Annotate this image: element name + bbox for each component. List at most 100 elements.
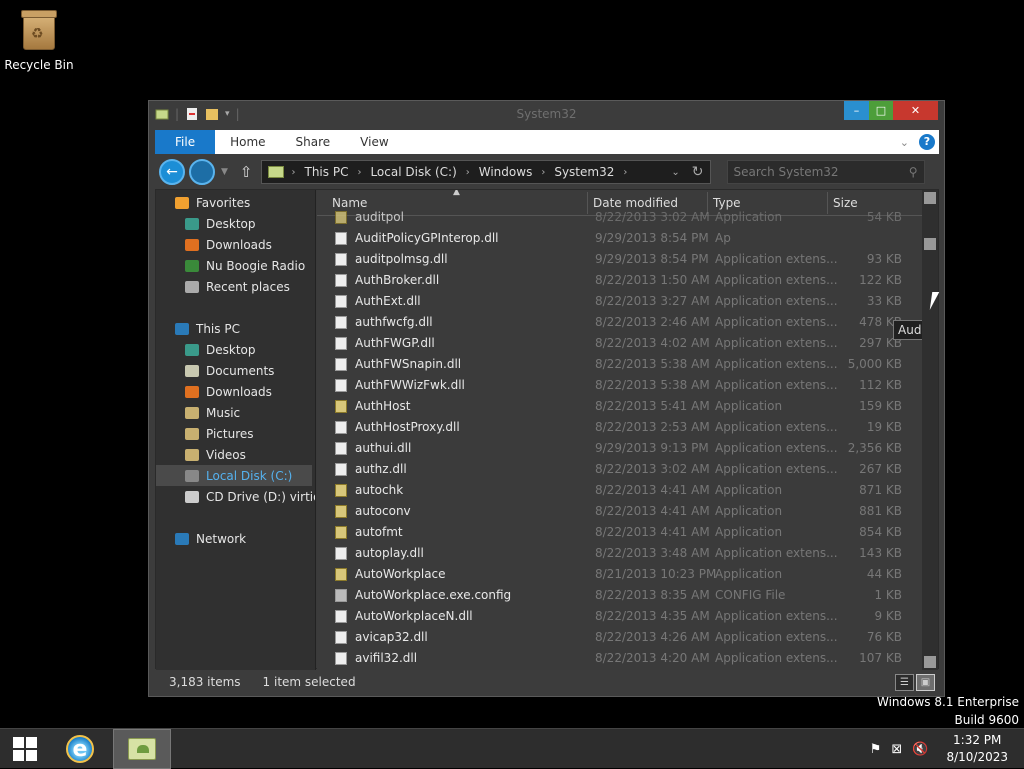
- nav-item-recent-places[interactable]: Recent places: [156, 276, 290, 297]
- nav-item-label: Music: [206, 405, 241, 420]
- file-row[interactable]: AuthBroker.dll 8/22/2013 1:50 AM Applicati…: [317, 270, 924, 291]
- system-tray: ⚑ ⊠ 🔇 1:32 PM 8/10/2023: [870, 729, 1024, 769]
- tab-home[interactable]: Home: [215, 130, 280, 154]
- details-view-icon[interactable]: ☰: [895, 673, 914, 691]
- file-name: AuthHostProxy.dll: [355, 420, 460, 434]
- nav-item-desktop[interactable]: Desktop: [156, 339, 256, 360]
- file-row[interactable]: autoconv 8/22/2013 4:41 AM Application 881 …: [317, 501, 924, 522]
- volume-muted-icon[interactable]: 🔇: [912, 742, 928, 757]
- recent-locations-icon[interactable]: ▼: [221, 167, 228, 177]
- file-size: 33 KB: [866, 294, 902, 308]
- file-name: AutoWorkplace.exe.config: [355, 588, 512, 602]
- file-row[interactable]: avifil32.dll 8/22/2013 4:20 AM Application…: [317, 648, 924, 669]
- nav-item-network[interactable]: Network: [156, 528, 246, 549]
- file-size: 122 KB: [859, 273, 902, 287]
- breadcrumb-system32[interactable]: System32: [554, 165, 614, 179]
- search-icon[interactable]: ⚲: [909, 165, 918, 179]
- computer-icon: [175, 322, 189, 335]
- file-row[interactable]: AuthFWGP.dll 8/22/2013 4:02 AM Application…: [317, 333, 924, 354]
- network-status-icon[interactable]: ⊠: [891, 742, 902, 757]
- file-row[interactable]: auditpol 8/22/2013 3:02 AM Application 54 K…: [317, 207, 924, 228]
- address-bar[interactable]: › This PC › Local Disk (C:) › Windows › …: [260, 160, 711, 184]
- clock[interactable]: 1:32 PM 8/10/2023: [946, 732, 1008, 766]
- back-button[interactable]: ←: [159, 159, 185, 185]
- minimize-button[interactable]: –: [844, 101, 869, 120]
- dll-file-icon: [335, 232, 347, 245]
- scroll-down-button[interactable]: [924, 656, 936, 668]
- nav-item-label: Downloads: [206, 237, 272, 252]
- file-row[interactable]: authfwcfg.dll 8/22/2013 2:46 AM Applicatio…: [317, 312, 924, 333]
- recycle-bin-shortcut[interactable]: ♻ Recycle Bin: [4, 8, 74, 72]
- expand-ribbon-icon[interactable]: ⌄: [900, 136, 909, 149]
- breadcrumb-this-pc[interactable]: This PC: [305, 165, 349, 179]
- nav-item-desktop[interactable]: Desktop: [156, 213, 256, 234]
- breadcrumb-windows[interactable]: Windows: [479, 165, 533, 179]
- file-type: Application extens...: [715, 546, 838, 560]
- file-date-modified: 8/22/2013 4:02 AM: [595, 336, 710, 350]
- file-row[interactable]: AuthHost 8/22/2013 5:41 AM Application 159 …: [317, 396, 924, 417]
- nav-item-documents[interactable]: Documents: [156, 360, 274, 381]
- file-explorer-icon: [128, 738, 156, 760]
- up-arrow-icon[interactable]: ⇧: [240, 163, 253, 181]
- file-row[interactable]: AuthHostProxy.dll 8/22/2013 2:53 AM Applic…: [317, 417, 924, 438]
- file-row[interactable]: authui.dll 9/29/2013 9:13 PM Application e…: [317, 438, 924, 459]
- forward-button[interactable]: [189, 159, 215, 185]
- nav-item-label: Documents: [206, 363, 275, 378]
- file-date-modified: 8/22/2013 1:50 AM: [595, 273, 710, 287]
- scroll-up-button[interactable]: [924, 192, 936, 204]
- file-type: Application extens...: [715, 357, 838, 371]
- nav-item-downloads[interactable]: Downloads: [156, 234, 272, 255]
- file-row[interactable]: AuthExt.dll 8/22/2013 3:27 AM Application …: [317, 291, 924, 312]
- file-row[interactable]: AutoWorkplace 8/21/2013 10:23 PM Applicati…: [317, 564, 924, 585]
- file-row[interactable]: avicap32.dll 8/22/2013 4:26 AM Application…: [317, 627, 924, 648]
- nav-item-downloads[interactable]: Downloads: [156, 381, 272, 402]
- file-row[interactable]: AuditPolicyGPInterop.dll 9/29/2013 8:54 P…: [317, 228, 924, 249]
- file-row[interactable]: authz.dll 8/22/2013 3:02 AM Application ex…: [317, 459, 924, 480]
- windows-logo-icon: [13, 737, 37, 761]
- dll-file-icon: [335, 652, 347, 665]
- file-name: authfwcfg.dll: [355, 315, 433, 329]
- breadcrumb-local-disk[interactable]: Local Disk (C:): [370, 165, 456, 179]
- flag-icon[interactable]: ⚑: [870, 742, 882, 757]
- file-date-modified: 8/22/2013 4:41 AM: [595, 483, 710, 497]
- file-row[interactable]: auditpolmsg.dll 9/29/2013 8:54 PM Applicat…: [317, 249, 924, 270]
- file-row[interactable]: AuthFWSnapin.dll 8/22/2013 5:38 AM Applica…: [317, 354, 924, 375]
- file-row[interactable]: autofmt 8/22/2013 4:41 AM Application 854 K…: [317, 522, 924, 543]
- start-button[interactable]: [0, 729, 50, 769]
- nav-item-this-pc[interactable]: This PC: [156, 318, 240, 339]
- taskbar-internet-explorer[interactable]: e: [51, 729, 109, 769]
- help-icon[interactable]: ?: [919, 134, 935, 150]
- address-dropdown-icon[interactable]: ⌄: [665, 167, 685, 178]
- file-row[interactable]: AuthFWWizFwk.dll 8/22/2013 5:38 AM Applica…: [317, 375, 924, 396]
- file-type: Application extens...: [715, 294, 838, 308]
- nav-item-cd-drive-d-virtio-w[interactable]: CD Drive (D:) virtio-w: [156, 486, 315, 507]
- large-icons-view-icon[interactable]: ▣: [916, 673, 935, 691]
- maximize-button[interactable]: □: [869, 101, 893, 120]
- file-date-modified: 8/22/2013 4:35 AM: [595, 609, 710, 623]
- nav-item-nu-boogie-radio[interactable]: Nu Boogie Radio: [156, 255, 305, 276]
- nav-item-pictures[interactable]: Pictures: [156, 423, 254, 444]
- nav-item-music[interactable]: Music: [156, 402, 240, 423]
- nav-item-videos[interactable]: Videos: [156, 444, 246, 465]
- nav-item-favorites[interactable]: Favorites: [156, 192, 250, 213]
- file-row[interactable]: AutoWorkplace.exe.config 8/22/2013 8:35 A…: [317, 585, 924, 606]
- dll-file-icon: [335, 379, 347, 392]
- close-button[interactable]: ✕: [893, 101, 938, 120]
- file-type: Application extens...: [715, 378, 838, 392]
- vertical-scrollbar[interactable]: [922, 190, 938, 670]
- nav-item-local-disk-c[interactable]: Local Disk (C:): [156, 465, 312, 486]
- application-file-icon: [335, 484, 347, 497]
- tab-share[interactable]: Share: [281, 130, 346, 154]
- scroll-thumb[interactable]: [924, 238, 936, 250]
- taskbar-file-explorer[interactable]: [113, 729, 171, 769]
- tab-view[interactable]: View: [345, 130, 403, 154]
- search-input[interactable]: Search System32 ⚲: [726, 160, 925, 184]
- file-name: avifil32.dll: [355, 651, 418, 665]
- tab-file[interactable]: File: [155, 130, 216, 154]
- title-bar[interactable]: | ▾ | System32 – □ ✕: [149, 101, 944, 129]
- file-row[interactable]: AutoWorkplaceN.dll 8/22/2013 4:35 AM Appli…: [317, 606, 924, 627]
- refresh-icon[interactable]: ↻: [686, 164, 710, 180]
- file-row[interactable]: autochk 8/22/2013 4:41 AM Application 871 K…: [317, 480, 924, 501]
- dll-file-icon: [335, 358, 347, 371]
- file-row[interactable]: autoplay.dll 8/22/2013 3:48 AM Application…: [317, 543, 924, 564]
